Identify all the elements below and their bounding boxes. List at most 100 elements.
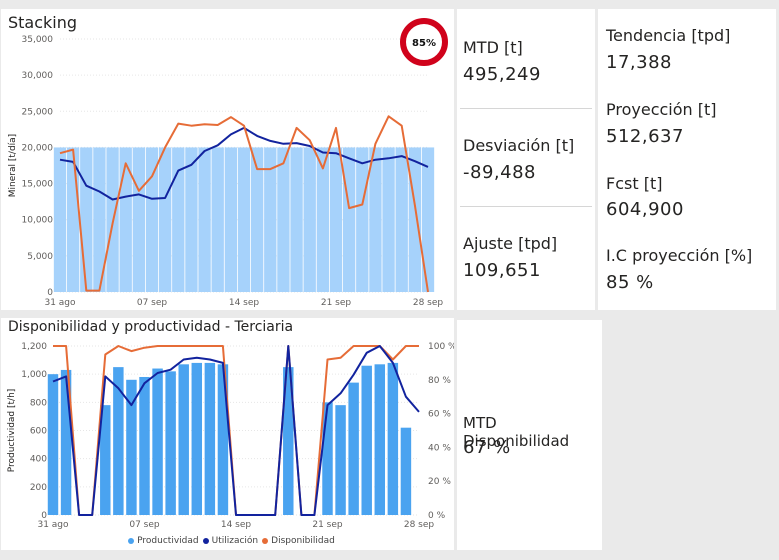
bar — [119, 147, 132, 292]
x-tick-label: 07 sep — [137, 298, 168, 308]
x-tick-label: 07 sep — [129, 520, 160, 530]
kpi-desviacion-value: -89,488 — [463, 162, 536, 183]
y-tick-label: 35,000 — [22, 35, 54, 45]
bar — [185, 147, 198, 292]
bar — [277, 147, 290, 292]
y-tick-label: 30,000 — [22, 71, 54, 81]
kpi-mtd: MTD [t] 495,249 — [457, 9, 595, 109]
stacking-card: Stacking 0 5,000 10,000 15,000 20,000 25,000 3… — [1, 9, 454, 310]
bar — [237, 147, 251, 292]
y-axis-title: Mineral [t/día] — [8, 134, 18, 197]
y-tick-label: 1,200 — [21, 342, 47, 352]
legend-disponibilidad-marker — [262, 537, 269, 544]
bar — [80, 147, 93, 292]
bar — [374, 364, 386, 515]
x-tick-label: 28 sep — [413, 298, 444, 308]
y2-tick-label: 20 % — [428, 477, 451, 487]
bar — [322, 402, 333, 515]
progress-badge-text: 85% — [412, 38, 436, 49]
legend-disponibilidad: Disponibilidad — [271, 536, 335, 546]
bar — [290, 147, 303, 292]
bar — [191, 362, 203, 515]
kpi-ajuste-value: 109,651 — [463, 260, 541, 281]
kpi-mtd-value: 495,249 — [463, 64, 541, 85]
x-tick-label: 14 sep — [229, 298, 260, 308]
y-axis-title: Productividad [t/h] — [7, 389, 17, 473]
bar — [382, 147, 395, 292]
bar — [369, 147, 382, 292]
y-tick-label: 600 — [30, 427, 47, 437]
bar — [47, 374, 59, 515]
y-tick-label: 200 — [30, 483, 47, 493]
disponibilidad-card: Disponibilidad y productividad - Terciar… — [1, 318, 454, 550]
legend-productividad: Productividad — [137, 536, 199, 546]
stacking-chart[interactable]: 0 5,000 10,000 15,000 20,000 25,000 30,000 35,0… — [1, 9, 454, 310]
bar — [421, 147, 435, 292]
bar — [198, 147, 211, 292]
mtd-disponibilidad-card: MTD Disponibilidad 67 % — [457, 320, 602, 550]
bar — [356, 147, 369, 292]
x-tick-label: 31 ago — [37, 520, 69, 530]
bar — [165, 371, 176, 515]
bar — [139, 376, 150, 515]
kpi-mtd-disponibilidad: MTD Disponibilidad 67 % — [457, 320, 602, 458]
legend-utilizacion-marker — [202, 537, 209, 544]
bar — [152, 368, 163, 515]
y-tick-label: 0 — [47, 288, 53, 298]
bar — [224, 147, 238, 292]
x-tick-label: 28 sep — [404, 520, 435, 530]
chart-legend: Productividad Utilización Disponibilidad — [1, 536, 454, 546]
y2-tick-label: 60 % — [428, 410, 451, 420]
y-tick-label: 20,000 — [22, 143, 54, 153]
bar — [408, 147, 422, 292]
bar — [211, 147, 224, 292]
bar — [132, 147, 146, 292]
bar — [158, 147, 172, 292]
kpi-ic-label: I.C proyección [%] — [606, 246, 753, 265]
kpi-fcst-value: 604,900 — [606, 199, 684, 220]
bar — [204, 362, 216, 515]
kpi-desviacion: Desviación [t] -89,488 — [457, 109, 595, 209]
bar — [348, 382, 359, 515]
kpi-fcst-label: Fcst [t] — [606, 174, 663, 193]
kpi-proyeccion-label: Proyección [t] — [606, 100, 717, 119]
bar — [395, 147, 408, 292]
y-tick-label: 400 — [30, 455, 47, 465]
x-tick-label: 21 sep — [312, 520, 343, 530]
kpi-ajuste: Ajuste [tpd] 109,651 — [457, 207, 595, 307]
kpi-ic-value: 85 % — [606, 272, 654, 293]
bar — [178, 364, 189, 515]
kpi-tendencia-value: 17,388 — [606, 52, 672, 73]
mtd-disponibilidad-value: 67 % — [463, 437, 511, 458]
bar — [335, 405, 346, 515]
disponibilidad-chart[interactable]: 02004006008001,0001,2000 %20 %40 %60 %80… — [1, 318, 454, 550]
bar — [361, 365, 372, 515]
bar — [342, 147, 356, 292]
kpi-right-card: Tendencia [tpd] 17,388 Proyección [t] 51… — [598, 9, 776, 310]
kpi-ic-proyeccion: I.C proyección [%] 85 % — [598, 234, 776, 334]
y-tick-label: 15,000 — [22, 180, 54, 190]
x-tick-label: 21 sep — [321, 298, 352, 308]
kpi-proyeccion-value: 512,637 — [606, 126, 684, 147]
bar — [303, 147, 316, 292]
x-tick-label: 31 ago — [44, 298, 76, 308]
bar — [53, 147, 67, 292]
y-tick-label: 25,000 — [22, 107, 54, 117]
y-tick-label: 5,000 — [27, 252, 53, 262]
y2-tick-label: 40 % — [428, 443, 451, 453]
y-tick-label: 800 — [30, 398, 47, 408]
kpi-mtd-label: MTD [t] — [463, 38, 523, 57]
bar — [387, 362, 399, 515]
bar — [400, 427, 412, 515]
kpi-ajuste-label: Ajuste [tpd] — [463, 234, 558, 253]
y2-tick-label: 80 % — [428, 376, 451, 386]
legend-utilizacion: Utilización — [211, 536, 259, 546]
y2-tick-label: 100 % — [428, 342, 454, 352]
y-tick-label: 10,000 — [22, 216, 54, 226]
bar — [329, 147, 343, 292]
y-tick-label: 1,000 — [21, 370, 47, 380]
legend-productividad-marker — [128, 537, 135, 544]
kpi-tendencia-label: Tendencia [tpd] — [606, 26, 731, 45]
x-tick-label: 14 sep — [221, 520, 252, 530]
kpi-mid-card: MTD [t] 495,249 Desviación [t] -89,488 A… — [457, 9, 595, 310]
